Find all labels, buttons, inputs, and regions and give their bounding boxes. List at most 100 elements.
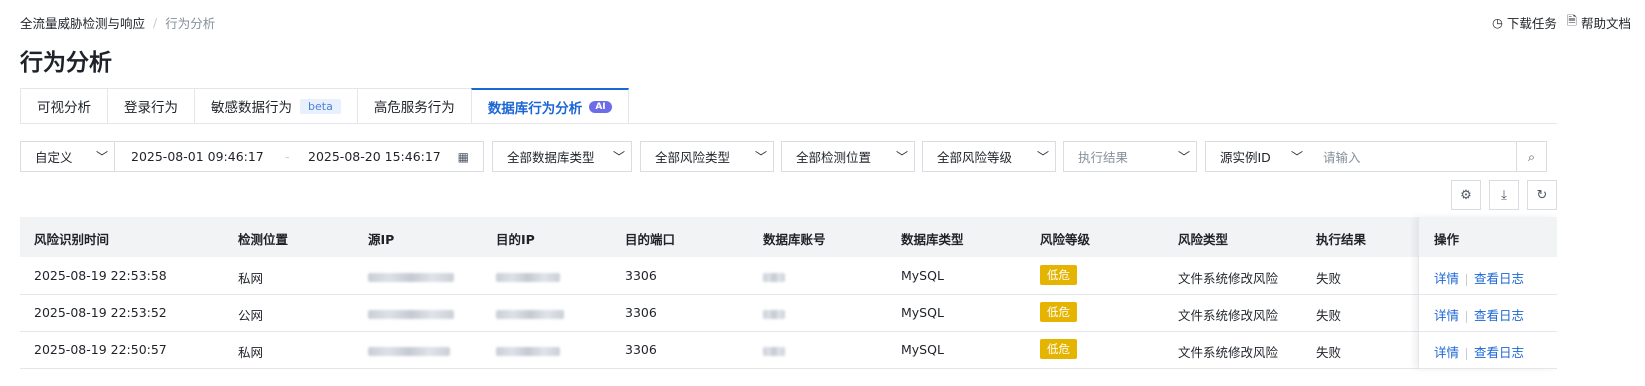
top-links: ◷ 下载任务 🗎 帮助文档 — [1492, 12, 1631, 33]
beta-badge: beta — [300, 98, 341, 114]
refresh-button[interactable]: ↻ — [1527, 180, 1557, 210]
calendar-icon[interactable]: ▦ — [458, 150, 469, 164]
cell-risk-type: 文件系统修改风险 — [1178, 271, 1279, 286]
cell-risk-type: 文件系统修改风险 — [1178, 308, 1279, 323]
detect-location-select[interactable]: 全部检测位置 ﹀ — [781, 141, 915, 172]
tab-sensitive-data[interactable]: 敏感数据行为 beta — [194, 88, 357, 124]
detect-location-value: 全部检测位置 — [796, 150, 872, 165]
document-icon: 🗎 — [1566, 13, 1577, 28]
tab-label: 数据库行为分析 — [487, 100, 583, 117]
tab-high-risk-service[interactable]: 高危服务行为 — [356, 88, 471, 124]
cell-time: 2025-08-19 22:53:52 — [34, 305, 167, 320]
download-icon: ⤓ — [1501, 187, 1507, 203]
cell-dest-ip-masked — [496, 307, 564, 322]
row-actions: 详情 查看日志 — [1434, 342, 1524, 361]
divider — [1466, 347, 1468, 360]
date-range-picker[interactable]: 2025-08-01 09:46:17 - 2025-08-20 15:46:1… — [114, 141, 484, 172]
chevron-down-icon: ﹀ — [754, 150, 767, 164]
cell-location: 公网 — [238, 308, 264, 323]
settings-button[interactable]: ⚙ — [1451, 180, 1481, 210]
search-placeholder: 请输入 — [1323, 150, 1361, 165]
detail-link[interactable]: 详情 — [1434, 308, 1459, 323]
chevron-down-icon: ﹀ — [895, 150, 908, 164]
tab-label: 可视分析 — [37, 100, 91, 116]
col-dest-port: 目的端口 — [625, 232, 676, 247]
db-type-value: 全部数据库类型 — [507, 150, 595, 165]
search-field-select[interactable]: 源实例ID ﹀ — [1205, 141, 1310, 172]
risk-level-badge: 低危 — [1040, 302, 1077, 322]
cell-time: 2025-08-19 22:50:57 — [34, 342, 167, 357]
chevron-down-icon: ﹀ — [1036, 150, 1049, 164]
tab-bar: 可视分析 登录行为 敏感数据行为 beta 高危服务行为 数据库行为分析 AI — [20, 88, 629, 124]
breadcrumb: 全流量威胁检测与响应 / 行为分析 — [20, 13, 215, 32]
search-field-value: 源实例ID — [1220, 150, 1271, 165]
date-end[interactable]: 2025-08-20 15:46:17 — [308, 149, 441, 164]
time-mode-select[interactable]: 自定义 ﹀ — [20, 141, 115, 172]
tab-database-behavior[interactable]: 数据库行为分析 AI — [470, 88, 629, 124]
tab-visual-analysis[interactable]: 可视分析 — [20, 88, 107, 124]
risk-level-label: 低危 — [1040, 302, 1077, 322]
risk-level-select[interactable]: 全部风险等级 ﹀ — [922, 141, 1056, 172]
risk-type-select[interactable]: 全部风险类型 ﹀ — [640, 141, 774, 172]
help-doc-link[interactable]: 🗎 帮助文档 — [1567, 12, 1631, 33]
divider — [1466, 273, 1468, 286]
refresh-icon: ↻ — [1536, 187, 1548, 203]
cell-result: 失败 — [1316, 271, 1342, 286]
gear-icon: ⚙ — [1460, 187, 1472, 203]
search-button[interactable]: ⌕ — [1516, 141, 1547, 172]
chevron-down-icon: ﹀ — [95, 150, 108, 164]
tab-divider — [20, 123, 1557, 124]
tab-label: 高危服务行为 — [373, 100, 455, 116]
download-button[interactable]: ⤓ — [1489, 180, 1519, 210]
date-start[interactable]: 2025-08-01 09:46:17 — [131, 149, 264, 164]
chevron-down-icon: ﹀ — [612, 150, 625, 164]
risk-level-badge: 低危 — [1040, 265, 1077, 285]
time-mode-value: 自定义 — [35, 150, 73, 165]
chevron-down-icon: ﹀ — [1177, 150, 1190, 164]
cell-risk-type: 文件系统修改风险 — [1178, 345, 1279, 360]
date-separator: - — [285, 149, 290, 164]
download-task-link[interactable]: ◷ 下载任务 — [1492, 12, 1557, 33]
cell-db-account-masked — [763, 270, 785, 285]
cell-port: 3306 — [625, 268, 657, 283]
risk-type-value: 全部风险类型 — [655, 150, 731, 165]
col-source-ip: 源IP — [368, 232, 395, 247]
breadcrumb-current: 行为分析 — [165, 16, 216, 31]
risk-level-badge: 低危 — [1040, 339, 1077, 359]
tab-label: 登录行为 — [124, 100, 178, 116]
cell-port: 3306 — [625, 342, 657, 357]
risk-level-value: 全部风险等级 — [937, 150, 1013, 165]
breadcrumb-separator: / — [153, 15, 158, 30]
db-type-select[interactable]: 全部数据库类型 ﹀ — [492, 141, 632, 172]
col-db-account: 数据库账号 — [763, 232, 826, 247]
risk-level-label: 低危 — [1040, 339, 1077, 359]
cell-db-type: MySQL — [901, 305, 944, 320]
cell-db-type: MySQL — [901, 342, 944, 357]
cell-db-account-masked — [763, 344, 785, 359]
col-db-type: 数据库类型 — [901, 232, 964, 247]
col-detect-location: 检测位置 — [238, 232, 289, 247]
download-task-label: 下载任务 — [1506, 16, 1557, 31]
exec-result-placeholder: 执行结果 — [1078, 150, 1129, 165]
breadcrumb-parent[interactable]: 全流量威胁检测与响应 — [20, 13, 145, 32]
search-input[interactable]: 请输入 — [1309, 141, 1517, 172]
cell-location: 私网 — [238, 345, 264, 360]
risk-level-label: 低危 — [1040, 265, 1077, 285]
tab-login-behavior[interactable]: 登录行为 — [107, 88, 194, 124]
row-actions: 详情 查看日志 — [1434, 305, 1524, 324]
cell-source-ip-masked — [368, 307, 454, 322]
detail-link[interactable]: 详情 — [1434, 345, 1459, 360]
col-dest-ip: 目的IP — [496, 232, 535, 247]
cell-db-type: MySQL — [901, 268, 944, 283]
cell-port: 3306 — [625, 305, 657, 320]
col-exec-result: 执行结果 — [1316, 232, 1367, 247]
col-risk-type: 风险类型 — [1178, 232, 1229, 247]
detail-link[interactable]: 详情 — [1434, 271, 1459, 286]
view-log-link[interactable]: 查看日志 — [1474, 271, 1524, 286]
cell-time: 2025-08-19 22:53:58 — [34, 268, 167, 283]
view-log-link[interactable]: 查看日志 — [1474, 308, 1524, 323]
cell-dest-ip-masked — [496, 344, 560, 359]
view-log-link[interactable]: 查看日志 — [1474, 345, 1524, 360]
exec-result-select[interactable]: 执行结果 ﹀ — [1063, 141, 1197, 172]
ai-badge: AI — [589, 100, 612, 113]
